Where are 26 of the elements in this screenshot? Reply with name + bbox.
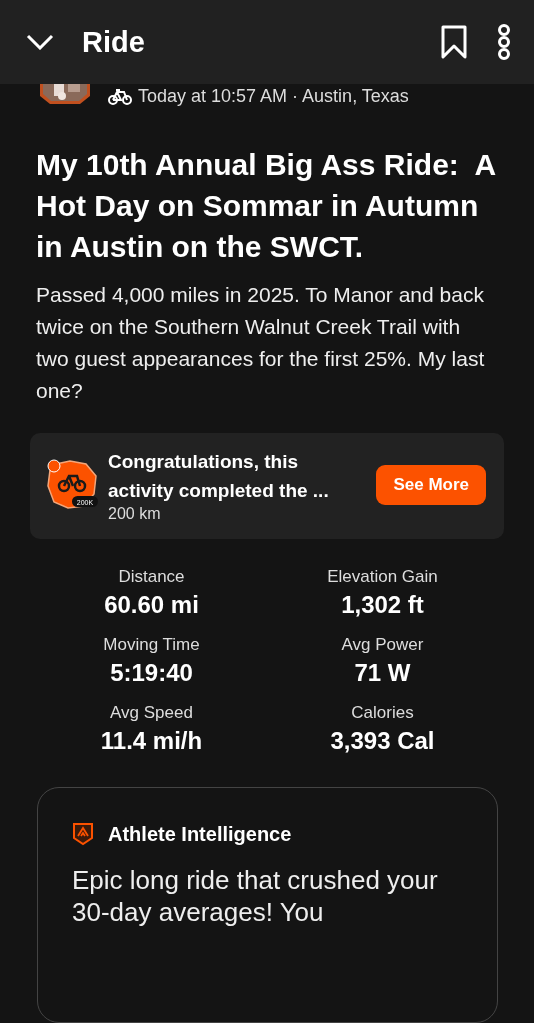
activity-title: My 10th Annual Big Ass Ride: A Hot Day on Sommar in Autumn in Austin on the SWCT. [36,147,497,265]
stat-value: 3,393 Cal [330,727,435,755]
bookmark-button[interactable] [440,25,468,59]
stat-value: 5:19:40 [110,659,193,687]
screen-title: Ride [82,25,146,59]
achievement-subtitle: 200 km [108,505,162,523]
stat-label: Moving Time [103,635,200,655]
activity-meta: Today at 10:57 AM · Austin, Texas [138,86,409,107]
more-button[interactable] [496,24,512,60]
insight-text: Epic long ride that crushed your 30-day averages! You [72,864,439,928]
stat-value: 60.60 mi [104,591,199,619]
stat-label: Avg Speed [110,703,193,723]
activity-description: Passed 4,000 miles in 2025. To Manor and back twice on the Southern Walnut Creek Trail with two guest appearances for the first 25%. My last one? [36,282,486,404]
collapse-button[interactable] [26,34,54,50]
insight-title: Athlete Intelligence [108,822,292,846]
stat-label: Distance [118,567,185,587]
stat-value: 1,302 ft [341,591,424,619]
stat-value: 11.4 mi/h [100,727,203,755]
stat-label: Calories [351,703,414,723]
athlete-intelligence-icon [72,822,94,846]
stat-label: Elevation Gain [327,567,438,587]
see-more-button[interactable]: See More [376,465,486,505]
achievement-title: Congratulations, this activity completed the ... [108,450,330,503]
stat-label: Avg Power [341,635,424,655]
bicycle-icon [108,87,132,106]
stat-value: 71 W [354,659,411,687]
